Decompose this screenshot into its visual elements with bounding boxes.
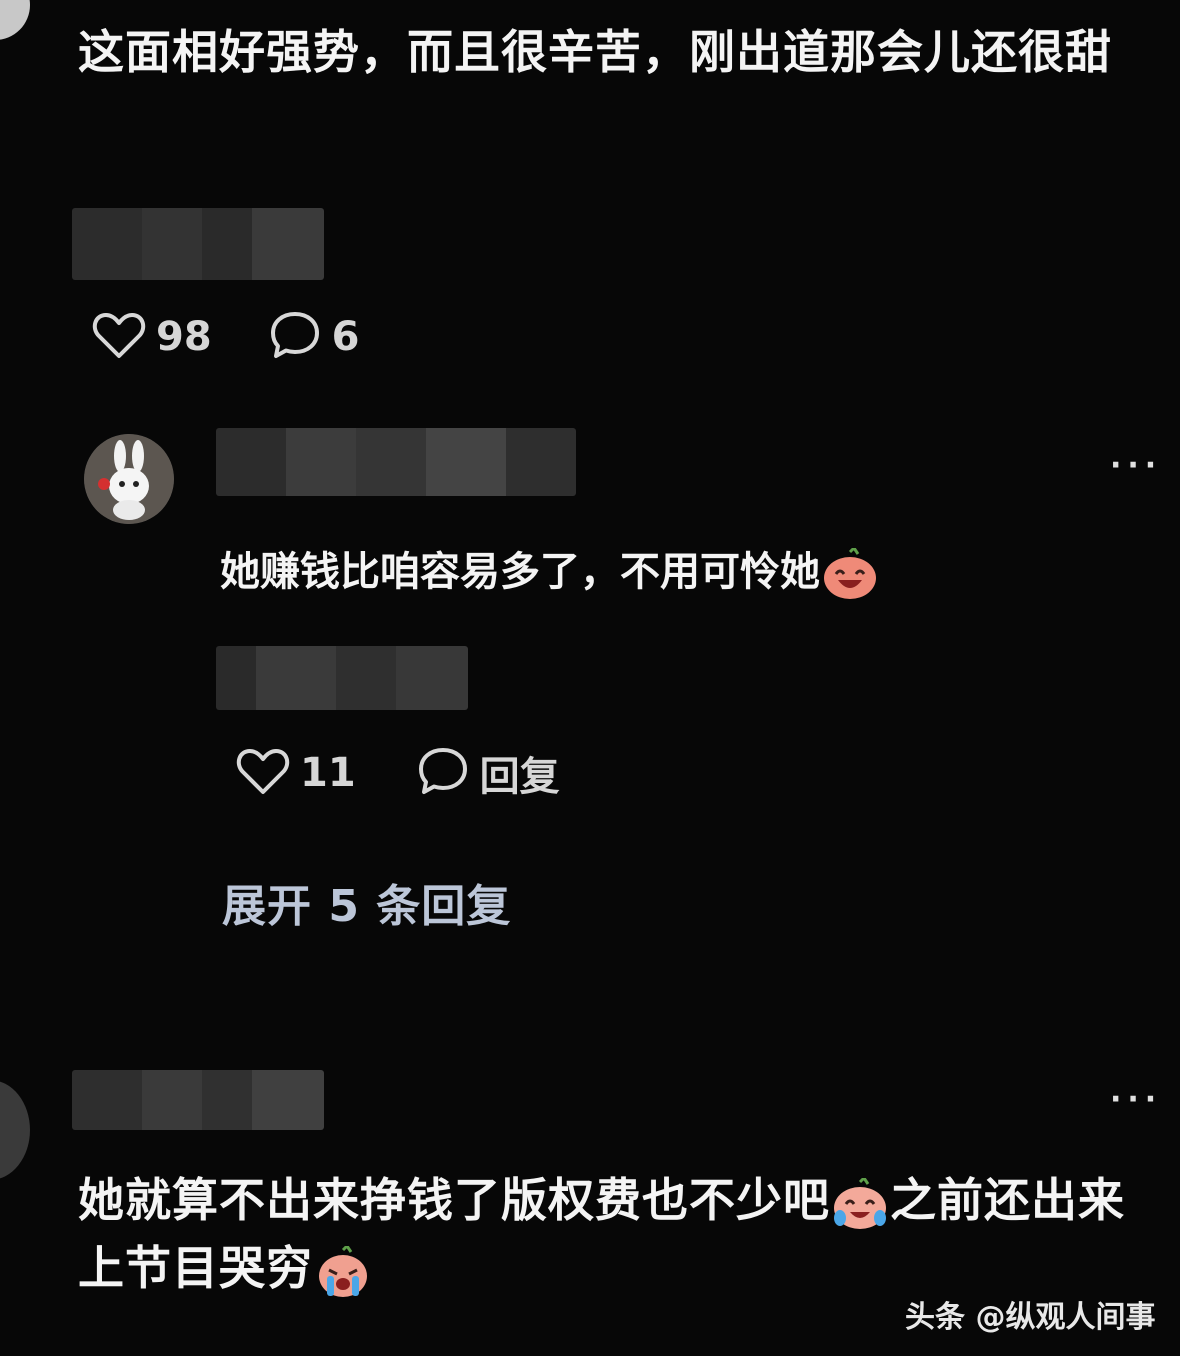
reply-text: 她赚钱比咱容易多了，不用可怜她	[220, 542, 1160, 602]
bunny-avatar-icon	[84, 434, 174, 524]
expand-replies-link[interactable]: 展开 5 条回复	[222, 870, 511, 934]
reply-button[interactable]: 6	[268, 308, 360, 366]
blurred-meta	[216, 646, 468, 710]
avatar[interactable]	[0, 1080, 30, 1180]
comment-text: 她就算不出来挣钱了版权费也不少吧 之前还出来上节目哭穷	[78, 1166, 1168, 1302]
reply-count: 6	[331, 314, 360, 360]
laughing-tears-emoji	[832, 1175, 888, 1230]
heart-icon	[236, 746, 290, 800]
avatar[interactable]	[84, 434, 174, 524]
heart-icon	[92, 310, 146, 364]
reply-actions: 11 回复	[236, 744, 560, 802]
chat-bubble-icon	[268, 308, 322, 366]
reply-label: 回复	[479, 754, 560, 800]
comment-text: 这面相好强势，而且很辛苦，刚出道那会儿还很甜	[78, 25, 1112, 79]
more-menu-button[interactable]: ···	[1110, 1082, 1162, 1117]
blurred-username	[72, 1070, 324, 1130]
like-count: 98	[156, 314, 212, 360]
blurred-meta	[72, 208, 324, 280]
crying-emoji	[315, 1243, 371, 1298]
comment-actions: 98 6	[92, 308, 360, 366]
reply-button[interactable]: 回复	[416, 744, 560, 802]
blurred-username	[216, 428, 576, 496]
watermark: 头条 @纵观人间事	[905, 1300, 1156, 1335]
chat-bubble-icon	[416, 744, 470, 802]
avatar[interactable]	[0, 0, 30, 40]
more-menu-button[interactable]: ···	[1110, 448, 1162, 483]
like-count: 11	[300, 750, 356, 796]
like-button[interactable]: 11	[236, 746, 356, 800]
laughing-face-emoji	[822, 545, 878, 600]
like-button[interactable]: 98	[92, 310, 212, 364]
